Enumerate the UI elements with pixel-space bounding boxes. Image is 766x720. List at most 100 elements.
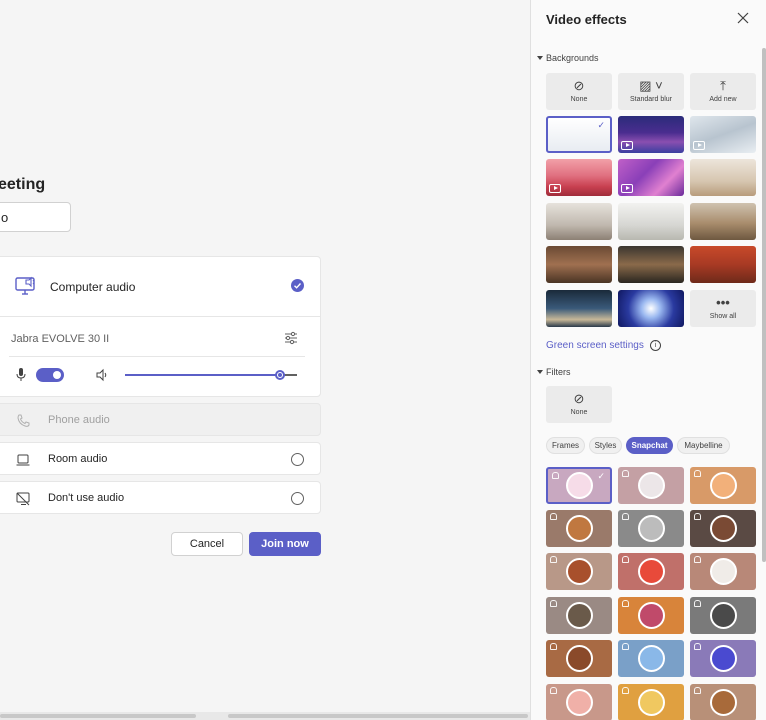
no-audio-radio[interactable] — [291, 492, 304, 505]
filter-preview — [637, 558, 665, 585]
snapchat-ghost-icon — [694, 513, 701, 520]
phone-audio-label: Phone audio — [48, 414, 110, 426]
filter-tile[interactable] — [618, 467, 684, 504]
filter-none-button[interactable]: ⊘ None — [546, 386, 612, 423]
no-audio-option[interactable]: Don't use audio — [0, 481, 321, 514]
snapchat-ghost-icon — [694, 600, 701, 607]
filter-tile[interactable] — [618, 640, 684, 677]
tab-styles[interactable]: Styles — [589, 437, 622, 454]
background-tile[interactable] — [690, 159, 756, 196]
snapchat-ghost-icon — [622, 556, 629, 563]
background-tile[interactable] — [690, 116, 756, 153]
background-tile[interactable] — [618, 290, 684, 327]
video-icon — [621, 141, 633, 150]
filter-preview — [637, 515, 665, 542]
filter-tile[interactable] — [546, 553, 612, 590]
filter-preview — [709, 602, 737, 629]
green-screen-settings-link[interactable]: Green screen settings — [546, 340, 644, 351]
computer-audio-label: Computer audio — [50, 280, 136, 294]
filter-preview — [637, 602, 665, 629]
filter-tile[interactable] — [546, 640, 612, 677]
microphone-icon — [16, 368, 26, 381]
add-new-label: Add new — [709, 96, 737, 103]
filter-preview — [709, 472, 737, 499]
no-audio-icon — [16, 492, 30, 506]
filter-tile[interactable] — [546, 510, 612, 547]
background-tile[interactable] — [546, 246, 612, 283]
filter-tile[interactable] — [546, 684, 612, 720]
filter-tile[interactable] — [618, 510, 684, 547]
cancel-button[interactable]: Cancel — [171, 532, 243, 556]
device-settings-icon[interactable] — [284, 331, 298, 345]
background-tile[interactable] — [618, 116, 684, 153]
filter-tile[interactable] — [690, 597, 756, 634]
audio-device-label: Jabra EVOLVE 30 II — [11, 333, 110, 345]
video-effects-panel: Video effects Backgrounds ⊘ None ▨ ˅ Sta… — [530, 0, 766, 720]
background-tile[interactable] — [546, 203, 612, 240]
filter-preview — [709, 645, 737, 672]
background-tile[interactable]: ✓ — [546, 116, 612, 153]
filters-heading: Filters — [546, 367, 571, 377]
computer-speaker-icon — [15, 276, 35, 295]
name-input[interactable]: o — [0, 202, 71, 232]
vertical-scrollbar[interactable] — [762, 48, 766, 562]
backgrounds-section-toggle[interactable]: Backgrounds — [537, 53, 599, 63]
background-tile[interactable] — [618, 246, 684, 283]
snapchat-ghost-icon — [622, 643, 629, 650]
computer-audio-option[interactable]: Computer audio — [0, 257, 320, 317]
filter-preview — [709, 558, 737, 585]
snapchat-ghost-icon — [550, 643, 557, 650]
microphone-toggle[interactable] — [36, 368, 64, 382]
filter-preview — [565, 602, 593, 629]
background-tile[interactable] — [618, 159, 684, 196]
upload-icon: ⤒ — [720, 78, 726, 93]
add-new-background-button[interactable]: ⤒ Add new — [690, 73, 756, 110]
filter-tile[interactable] — [618, 684, 684, 720]
audio-options-card: Computer audio Jabra EVOLVE 30 II — [0, 256, 321, 397]
background-tile[interactable] — [618, 203, 684, 240]
filter-tile[interactable] — [546, 597, 612, 634]
snapchat-ghost-icon — [694, 687, 701, 694]
tab-maybelline[interactable]: Maybelline — [677, 437, 730, 454]
background-none-button[interactable]: ⊘ None — [546, 73, 612, 110]
snapchat-ghost-icon — [622, 513, 629, 520]
filter-tile[interactable] — [690, 640, 756, 677]
selected-check-icon — [291, 279, 304, 292]
filter-preview — [565, 515, 593, 542]
room-audio-option[interactable]: Room audio — [0, 442, 321, 475]
filter-none-label: None — [570, 409, 588, 416]
filters-section-toggle[interactable]: Filters — [537, 367, 571, 377]
tab-snapchat[interactable]: Snapchat — [626, 437, 673, 454]
room-audio-radio[interactable] — [291, 453, 304, 466]
filter-tile[interactable] — [690, 553, 756, 590]
horizontal-scrollbar[interactable] — [0, 712, 530, 720]
filter-tile[interactable] — [690, 510, 756, 547]
video-icon — [549, 184, 561, 193]
no-audio-label: Don't use audio — [48, 492, 125, 504]
filter-preview — [637, 472, 665, 499]
info-icon[interactable]: i — [650, 340, 661, 351]
filter-preview — [565, 689, 593, 716]
filter-tile[interactable] — [618, 553, 684, 590]
filter-tile[interactable]: ✓ — [546, 467, 612, 504]
background-tile[interactable] — [546, 290, 612, 327]
filter-preview — [709, 515, 737, 542]
tab-frames[interactable]: Frames — [546, 437, 585, 454]
filter-tile[interactable] — [690, 467, 756, 504]
filter-tile[interactable] — [618, 597, 684, 634]
volume-slider-thumb[interactable] — [275, 370, 285, 380]
scrollbar-thumb[interactable] — [228, 714, 528, 718]
speaker-icon — [96, 368, 107, 382]
join-now-button[interactable]: Join now — [249, 532, 321, 556]
show-all-backgrounds-button[interactable]: ••• Show all — [690, 290, 756, 327]
meeting-title: eeting — [0, 176, 46, 193]
filter-tile[interactable] — [690, 684, 756, 720]
background-tile[interactable] — [690, 203, 756, 240]
standard-blur-button[interactable]: ▨ ˅ Standard blur — [618, 73, 684, 110]
background-none-label: None — [570, 96, 588, 103]
background-tile[interactable] — [690, 246, 756, 283]
background-tile[interactable] — [546, 159, 612, 196]
scrollbar-thumb[interactable] — [0, 714, 196, 718]
snapchat-ghost-icon — [550, 556, 557, 563]
close-icon[interactable] — [737, 12, 749, 24]
